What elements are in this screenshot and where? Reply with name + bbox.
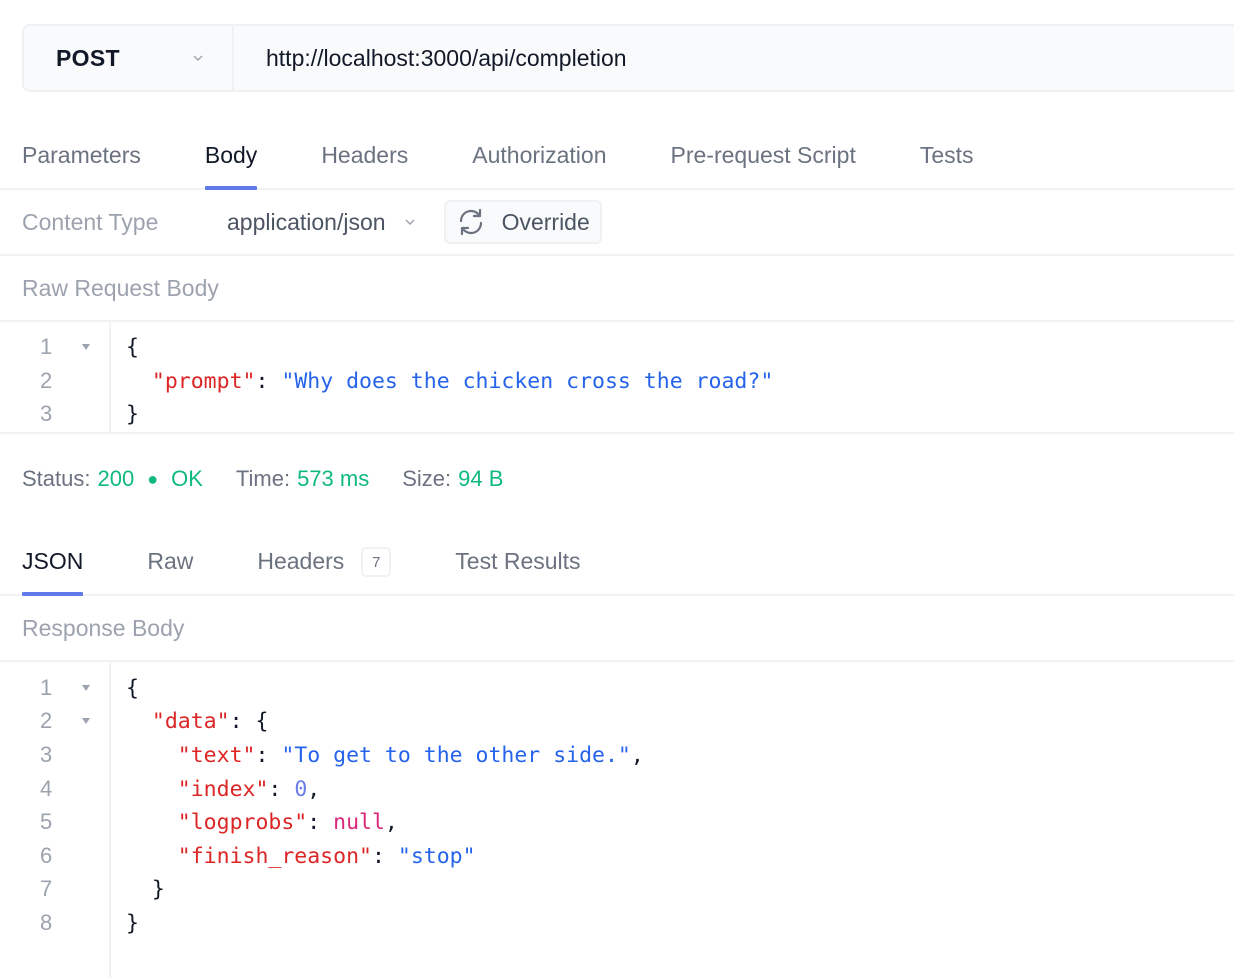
code-line: 3 "text": "To get to the other side.", xyxy=(0,738,1234,772)
tab-label: Raw xyxy=(147,548,194,574)
tab-label: Body xyxy=(204,142,258,168)
url-input[interactable] xyxy=(234,26,1234,90)
request-tabs: Parameters Body Headers Authorization Pr… xyxy=(0,128,1234,190)
code-line: 5 "logprobs": null, xyxy=(0,805,1234,839)
caret-down-icon[interactable] xyxy=(80,715,92,727)
tab-parameters[interactable]: Parameters xyxy=(22,128,141,188)
tab-label: Headers xyxy=(321,142,409,168)
code-text: } xyxy=(126,401,139,427)
chevron-down-icon xyxy=(193,55,203,61)
line-number: 1 xyxy=(40,675,53,700)
line-number: 4 xyxy=(40,776,53,801)
code-line: 7 } xyxy=(0,872,1234,906)
headers-count-badge: 7 xyxy=(361,547,392,577)
request-url-bar: POST xyxy=(22,24,1234,92)
method-select[interactable]: POST xyxy=(24,26,234,90)
time-label: Time: xyxy=(235,466,291,491)
chevron-down-icon xyxy=(405,219,415,225)
code-text: } xyxy=(151,876,165,902)
code-line: 2 "prompt": "Why does the chicken cross … xyxy=(0,364,1234,398)
override-label: Override xyxy=(501,208,590,235)
tab-tests[interactable]: Tests xyxy=(920,128,974,188)
content-type-label: Content Type xyxy=(22,208,159,235)
code-line: 2 "data": { xyxy=(0,704,1234,738)
caret-down-icon[interactable] xyxy=(80,341,92,353)
time-value: 573 ms xyxy=(297,466,370,491)
line-number: 6 xyxy=(40,843,53,868)
line-number: 8 xyxy=(40,910,53,935)
line-number: 2 xyxy=(40,368,53,393)
size-label: Size: xyxy=(402,466,452,491)
code-text: "prompt": "Why does the chicken cross th… xyxy=(151,368,774,394)
tab-response-headers[interactable]: Headers 7 xyxy=(257,534,392,594)
refresh-icon xyxy=(459,208,482,236)
tab-label: Authorization xyxy=(472,142,607,168)
tab-authorization[interactable]: Authorization xyxy=(472,128,606,188)
override-button[interactable]: Override xyxy=(443,200,602,244)
code-text: } xyxy=(126,910,139,936)
response-tabs: JSON Raw Headers 7 Test Results xyxy=(0,534,1234,596)
status-group: Status: 200 ● OK xyxy=(22,466,203,492)
line-number: 2 xyxy=(40,708,53,733)
tab-json[interactable]: JSON xyxy=(22,534,84,596)
line-number: 3 xyxy=(40,742,53,767)
response-body-viewer[interactable]: 1 { 2 "data": { 3 "text": "To get to the… xyxy=(0,662,1234,978)
tab-pre-request-script[interactable]: Pre-request Script xyxy=(671,128,856,188)
status-label: Status: xyxy=(22,466,91,491)
code-text: "index": 0, xyxy=(177,776,321,802)
status-code: 200 xyxy=(97,466,135,491)
code-line: 4 "index": 0, xyxy=(0,772,1234,806)
line-number: 7 xyxy=(40,876,53,901)
request-body-editor[interactable]: 1 { 2 "prompt": "Why does the chicken cr… xyxy=(0,322,1234,434)
status-text: OK xyxy=(171,466,203,491)
line-number: 1 xyxy=(40,334,53,359)
content-type-row: Content Type application/json Override xyxy=(0,190,1234,256)
time-group: Time: 573 ms xyxy=(236,466,369,492)
request-body-heading: Raw Request Body xyxy=(0,256,1234,322)
line-number: 3 xyxy=(40,401,53,426)
tab-label: Pre-request Script xyxy=(670,142,856,168)
tab-body[interactable]: Body xyxy=(204,128,258,190)
code-line: 1 { xyxy=(0,330,1234,364)
tab-headers[interactable]: Headers xyxy=(321,128,408,188)
code-text: "text": "To get to the other side.", xyxy=(177,742,644,768)
code-line: 1 { xyxy=(0,671,1234,705)
code-text: { xyxy=(126,334,139,360)
status-dot: ● xyxy=(147,468,159,489)
code-text: { xyxy=(126,675,139,701)
tab-label: JSON xyxy=(22,548,84,574)
code-text: "finish_reason": "stop" xyxy=(177,843,476,869)
response-status-bar: Status: 200 ● OK Time: 573 ms Size: 94 B xyxy=(22,466,536,492)
tab-label: Parameters xyxy=(22,142,141,168)
response-body-heading: Response Body xyxy=(0,596,1234,662)
tab-label: Test Results xyxy=(455,548,581,574)
code-line: 6 "finish_reason": "stop" xyxy=(0,839,1234,873)
tab-label: Headers xyxy=(257,548,345,574)
content-type-select[interactable]: application/json xyxy=(227,209,416,236)
line-number: 5 xyxy=(40,809,53,834)
content-type-value: application/json xyxy=(227,208,386,235)
method-label: POST xyxy=(56,44,120,71)
tab-label: Tests xyxy=(919,142,974,168)
tab-raw[interactable]: Raw xyxy=(147,534,193,594)
size-value: 94 B xyxy=(458,466,504,491)
caret-down-icon[interactable] xyxy=(80,682,92,694)
size-group: Size: 94 B xyxy=(402,466,503,492)
code-line: 8 } xyxy=(0,906,1234,940)
tab-test-results[interactable]: Test Results xyxy=(455,534,580,594)
code-line: 3 } xyxy=(0,397,1234,431)
code-text: "data": { xyxy=(151,708,269,734)
code-text: "logprobs": null, xyxy=(177,809,398,835)
